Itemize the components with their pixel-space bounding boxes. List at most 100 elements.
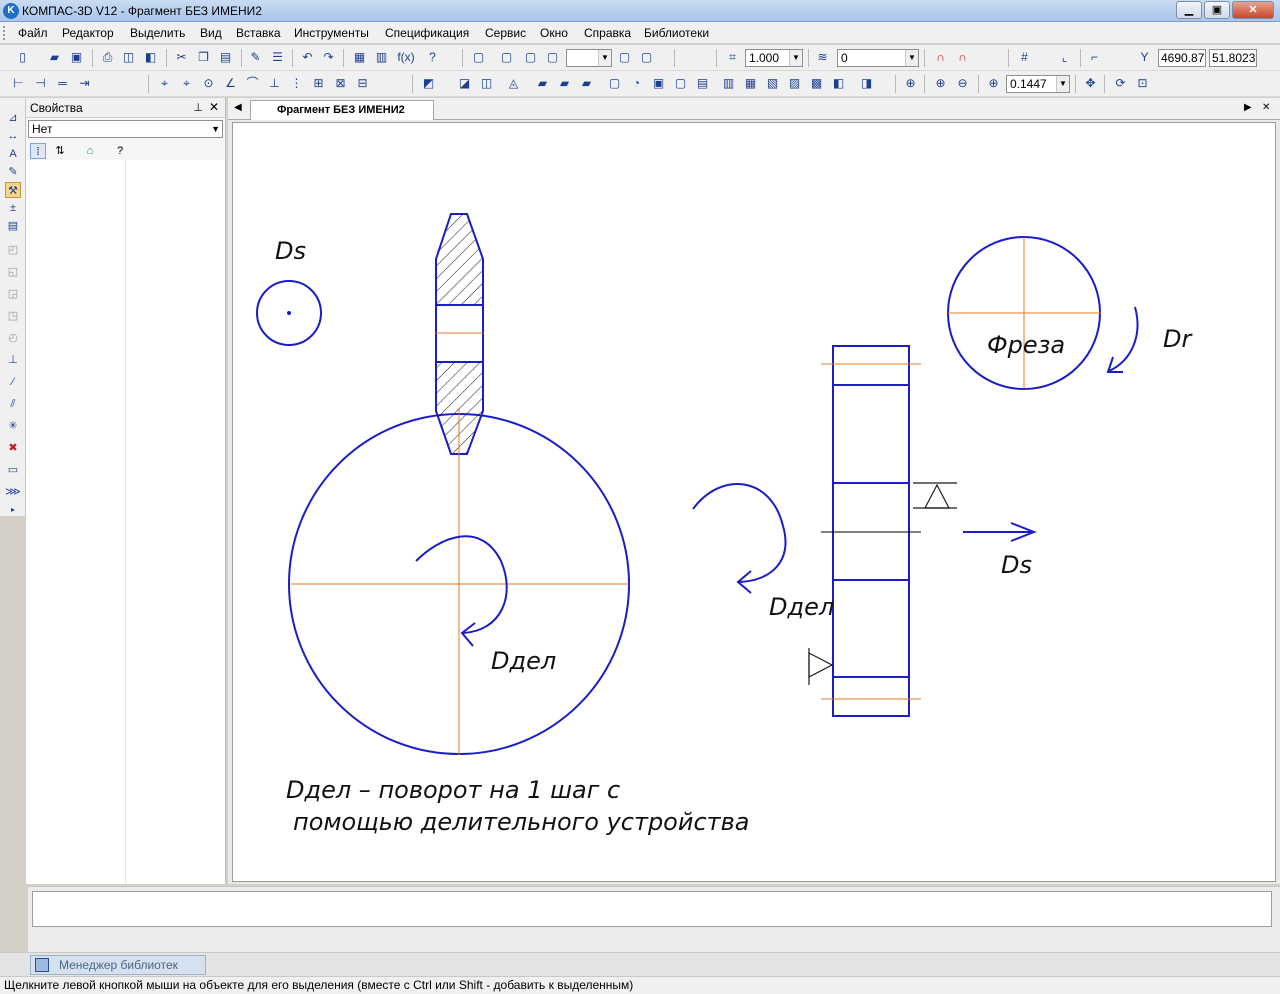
layer-field[interactable]: 0 ▼ [837, 49, 919, 67]
ortho-icon[interactable]: ⌐ [1086, 49, 1103, 66]
copy-icon[interactable]: ❐ [195, 49, 212, 66]
tool-icon-8[interactable]: ◰ [5, 242, 21, 258]
tab-scroll-left-icon[interactable]: ◀ [234, 102, 242, 113]
shape-icon-5[interactable]: ▤ [694, 75, 711, 92]
fill-icon-3[interactable]: ▰ [578, 75, 595, 92]
context-help-icon[interactable]: ? [424, 49, 441, 66]
help-icon[interactable]: ? [112, 143, 128, 159]
drawing-canvas[interactable]: Ds Dдел Фреза Dr Dдел Ds Dдел – поворот … [232, 122, 1276, 882]
dimensions-icon[interactable]: ↔ [5, 128, 21, 144]
parametrize-icon[interactable]: ⚒ [5, 182, 21, 198]
view-icon-6[interactable]: ▢ [638, 49, 655, 66]
menu-window[interactable]: Окно [540, 26, 568, 40]
open-icon[interactable]: ▰ [46, 49, 63, 66]
snap-tangent-icon[interactable]: ⌒ [244, 75, 261, 92]
view-select[interactable]: ▼ [566, 49, 612, 67]
measure-icon[interactable]: ± [5, 200, 21, 216]
snap-intersect-icon[interactable]: ⌖ [178, 75, 195, 92]
pin-icon[interactable]: ⊥ [193, 101, 203, 114]
object-type-select[interactable]: Нет ▼ [28, 120, 223, 138]
tab-scroll-right-icon[interactable]: ▶ [1244, 102, 1252, 113]
snap-center-icon[interactable]: ⊙ [200, 75, 217, 92]
menu-select[interactable]: Выделить [130, 26, 185, 40]
edit-icon-3[interactable]: ◫ [478, 75, 495, 92]
close-button[interactable]: ✕ [1232, 1, 1274, 19]
menu-specification[interactable]: Спецификация [385, 26, 469, 40]
coord-y-field[interactable]: 51.8023 [1209, 49, 1257, 67]
line-style-icon-4[interactable]: ⇥ [76, 75, 93, 92]
maximize-button[interactable]: ▣ [1204, 1, 1230, 19]
menu-libraries[interactable]: Библиотеки [644, 26, 709, 40]
edit-icon[interactable]: ✎ [5, 164, 21, 180]
edit-icon-2[interactable]: ◪ [456, 75, 473, 92]
expand-arrow-icon[interactable]: ▸ [5, 502, 21, 518]
snap-edge-icon[interactable]: ⊟ [354, 75, 371, 92]
fill-icon-1[interactable]: ▰ [534, 75, 551, 92]
shape-icon-1[interactable]: ▢ [606, 75, 623, 92]
snap-normal-icon[interactable]: ⊥ [266, 75, 283, 92]
panel-close-icon[interactable]: ✕ [209, 100, 219, 114]
line-style-icon-1[interactable]: ⊢ [10, 75, 27, 92]
shape-icon-9[interactable]: ▨ [786, 75, 803, 92]
edit-icon-1[interactable]: ◩ [420, 75, 437, 92]
grid-icon[interactable]: # [1016, 49, 1033, 66]
menu-service[interactable]: Сервис [485, 26, 526, 40]
command-input[interactable] [32, 891, 1272, 927]
sort-az-icon[interactable]: ⇅ [52, 143, 68, 159]
snap-quad-icon[interactable]: ⊠ [332, 75, 349, 92]
zoom-out-icon[interactable]: ⊖ [954, 75, 971, 92]
tool-icon-17[interactable]: ✖ [5, 440, 21, 456]
format-brush-icon[interactable]: ✎ [247, 49, 264, 66]
line-style-icon-2[interactable]: ⊣ [32, 75, 49, 92]
tool-icon-19[interactable]: ⋙ [5, 484, 21, 500]
view-icon-5[interactable]: ▢ [616, 49, 633, 66]
select-icon[interactable]: ▤ [5, 218, 21, 234]
menu-file[interactable]: Файл [18, 26, 48, 40]
snap-angle-icon[interactable]: ∠ [222, 75, 239, 92]
view-icon-3[interactable]: ▢ [522, 49, 539, 66]
tool-icon-14[interactable]: ∕ [5, 374, 21, 390]
shape-icon-10[interactable]: ▩ [808, 75, 825, 92]
shape-icon-7[interactable]: ▦ [742, 75, 759, 92]
categorized-icon[interactable]: ⁞ [30, 143, 46, 159]
snap-magnet-icon[interactable]: ∩ [932, 49, 949, 66]
zoom-in-icon[interactable]: ⊕ [932, 75, 949, 92]
view-icon-1[interactable]: ▢ [470, 49, 487, 66]
menu-help[interactable]: Справка [584, 26, 631, 40]
shape-icon-12[interactable]: ◨ [858, 75, 875, 92]
property-pages-icon[interactable]: ⌂ [82, 143, 98, 159]
undo-icon[interactable]: ↶ [299, 49, 316, 66]
new-document-icon[interactable]: ▯ [14, 49, 31, 66]
minimize-button[interactable]: ▁ [1176, 1, 1202, 19]
tab-fragment[interactable]: Фрагмент БЕЗ ИМЕНИ2 [250, 100, 434, 120]
view-icon-2[interactable]: ▢ [498, 49, 515, 66]
geometry-icon[interactable]: ⊿ [5, 110, 21, 126]
print-icon[interactable]: ⎙ [99, 49, 116, 66]
cut-icon[interactable]: ✂ [173, 49, 190, 66]
shape-icon-8[interactable]: ▧ [764, 75, 781, 92]
export-icon[interactable]: ◧ [142, 49, 159, 66]
local-snap-icon[interactable]: ∩ [954, 49, 971, 66]
menu-view[interactable]: Вид [200, 26, 222, 40]
view-icon-4[interactable]: ▢ [544, 49, 561, 66]
snap-grid-icon[interactable]: ⊞ [310, 75, 327, 92]
tool-icon-12[interactable]: ◴ [5, 330, 21, 346]
snap-point-icon[interactable]: ⌖ [156, 75, 173, 92]
designations-icon[interactable]: A [5, 146, 21, 162]
fill-icon-2[interactable]: ▰ [556, 75, 573, 92]
variables-icon[interactable]: f(x) [395, 49, 417, 66]
tab-close-icon[interactable]: ✕ [1262, 102, 1270, 113]
tool-icon-15[interactable]: ⫽ [5, 396, 21, 412]
show-all-icon[interactable]: ⊡ [1134, 75, 1151, 92]
tool-icon-18[interactable]: ▭ [5, 462, 21, 478]
tool-icon-16[interactable]: ✳ [5, 418, 21, 434]
shape-icon-11[interactable]: ◧ [830, 75, 847, 92]
tool-icon-13[interactable]: ⊥ [5, 352, 21, 368]
manager-icon[interactable]: ▦ [351, 49, 368, 66]
redo-icon[interactable]: ↷ [320, 49, 337, 66]
shape-icon-6[interactable]: ▥ [720, 75, 737, 92]
line-style-icon-3[interactable]: ═ [54, 75, 71, 92]
snap-mid-icon[interactable]: ⋮ [288, 75, 305, 92]
tool-icon-11[interactable]: ◳ [5, 308, 21, 324]
refresh-icon[interactable]: ⟳ [1112, 75, 1129, 92]
